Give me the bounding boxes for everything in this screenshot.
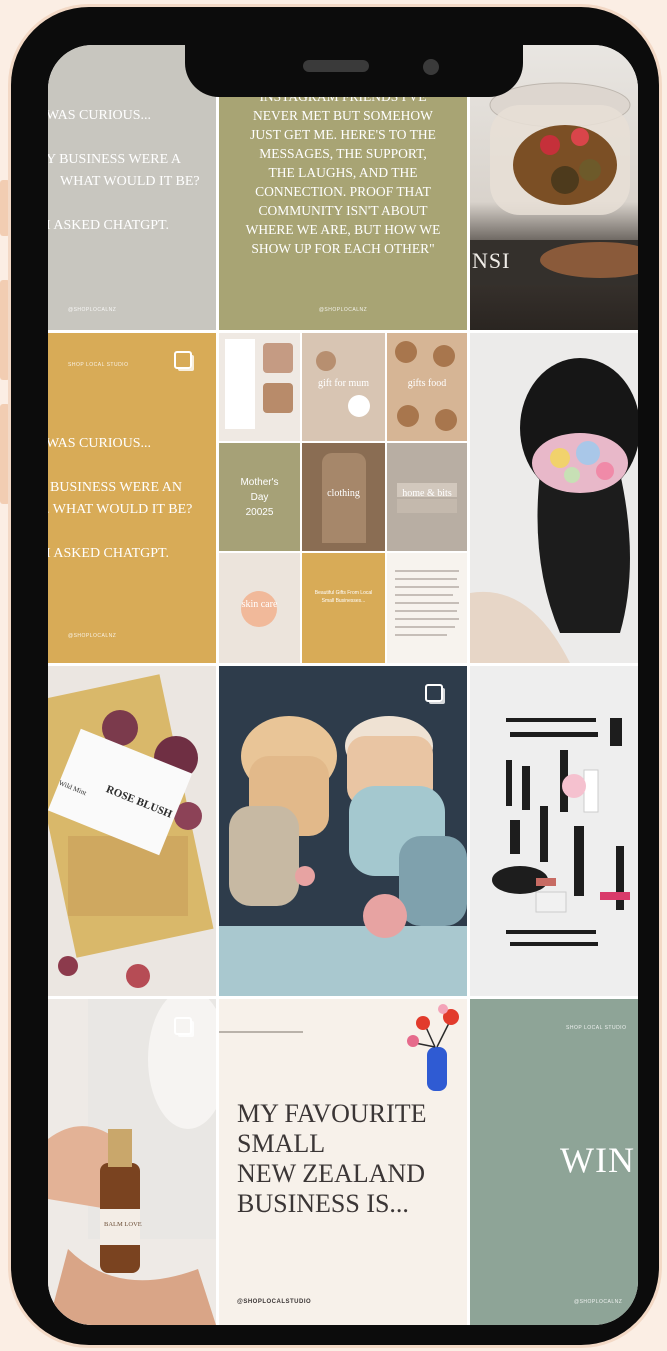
- post-line: WAS CURIOUS...: [48, 436, 152, 451]
- front-camera: [423, 59, 439, 75]
- post-line: WHAT WOULD IT BE?: [60, 174, 200, 189]
- collage-label: gifts food: [407, 378, 447, 390]
- mothers-line: Mother's: [240, 477, 279, 488]
- instagram-grid-screen: WAS CURIOUS... Y BUSINESS WERE A WHAT WO…: [48, 45, 638, 1325]
- collage-cell: gifts food: [387, 333, 467, 441]
- post-grid: WAS CURIOUS... Y BUSINESS WERE A WHAT WO…: [48, 45, 638, 1325]
- quote-line: COMMUNITY ISN'T ABOUT: [258, 203, 428, 218]
- quote-line: THE LAUGHS, AND THE: [268, 165, 418, 180]
- post-ceramic-mugs[interactable]: [219, 666, 467, 996]
- quote-line: NEVER MET BUT SOMEHOW: [253, 108, 433, 123]
- post-header: SHOP LOCAL STUDIO: [566, 1025, 627, 1031]
- serum-photo: [48, 999, 216, 1325]
- post-chatgpt-mustard[interactable]: SHOP LOCAL STUDIO WAS CURIOUS... BUSINES…: [48, 333, 216, 663]
- collage-label: gift for mum: [317, 378, 370, 390]
- quote-line: WHERE WE ARE, BUT HOW WE: [245, 222, 441, 237]
- title-line: SMALL: [237, 1129, 326, 1158]
- post-line: . WHAT WOULD IT BE?: [48, 502, 193, 517]
- mugs-photo: [219, 716, 467, 996]
- bottle-label: BALM LOVE: [104, 1221, 142, 1228]
- post-gift-collage[interactable]: gift for mum gifts food Mother's Day 20025…: [219, 333, 467, 663]
- post-header: SHOP LOCAL STUDIO: [68, 362, 129, 368]
- collage-small-text: Beautiful Gifts From Local Small Busines…: [314, 590, 373, 604]
- win-text: WIN: [560, 1140, 635, 1180]
- post-line: Y BUSINESS WERE A: [48, 152, 181, 167]
- post-favourite-business[interactable]: MY FAVOURITE SMALL NEW ZEALAND BUSINESS …: [219, 999, 467, 1325]
- carousel-icon: [174, 1017, 192, 1035]
- sign-text: NSI: [472, 248, 511, 273]
- handwriting-lines: [395, 570, 459, 636]
- collage-cell-letter: [387, 553, 467, 663]
- post-handle: @SHOPLOCALSTUDIO: [237, 1299, 312, 1305]
- collage-cell: Beautiful Gifts From Local Small Busines…: [302, 553, 385, 663]
- quote-line: MESSAGES, THE SUPPORT,: [259, 146, 427, 161]
- quote-line: CONNECTION. PROOF THAT: [255, 184, 431, 199]
- mothers-line: Day: [250, 492, 269, 503]
- quote-line: SHOW UP FOR EACH OTHER": [251, 241, 435, 256]
- post-win-sage[interactable]: SHOP LOCAL STUDIO WIN @SHOPLOCALNZ: [470, 999, 638, 1325]
- favourite-title: MY FAVOURITE SMALL NEW ZEALAND BUSINESS …: [237, 1099, 426, 1219]
- post-line: BUSINESS WERE AN: [50, 480, 182, 495]
- mothers-day-text: Mother's Day 20025: [219, 475, 300, 520]
- makeup-photo: [492, 718, 630, 946]
- post-handle: @SHOPLOCALNZ: [574, 1299, 623, 1305]
- title-line: MY FAVOURITE: [237, 1099, 427, 1128]
- post-rose-soap[interactable]: ROSE BLUSH Wild Mint: [48, 666, 216, 996]
- side-button-volume-down: [0, 404, 10, 504]
- flower-vase-illustration: [407, 1004, 459, 1091]
- collage-cell: home & bits: [387, 443, 467, 551]
- post-line: I ASKED CHATGPT.: [48, 218, 170, 233]
- collage-label: clothing: [327, 488, 360, 500]
- post-text: WAS CURIOUS... BUSINESS WERE AN . WHAT W…: [48, 433, 192, 565]
- soap-photo: [48, 674, 214, 988]
- divider: [219, 1031, 303, 1033]
- post-text: WAS CURIOUS... Y BUSINESS WERE A WHAT WO…: [48, 105, 200, 237]
- title-line: BUSINESS IS...: [237, 1189, 409, 1218]
- quote-text: INSTAGRAM FRIENDS I'VE NEVER MET BUT SOM…: [219, 87, 467, 258]
- scrunchie-photo: [470, 358, 638, 663]
- collage-cell: skin care: [219, 553, 300, 663]
- quote-line: JUST GET ME. HERE'S TO THE: [250, 127, 436, 142]
- collage-cell-mothers-day: Mother's Day 20025: [219, 443, 300, 551]
- phone-notch: [185, 17, 523, 97]
- collage-cell: gift for mum: [302, 333, 385, 441]
- post-serum-bottle[interactable]: BALM LOVE: [48, 999, 216, 1325]
- title-line: NEW ZEALAND: [237, 1159, 425, 1188]
- post-line: I ASKED CHATGPT.: [48, 546, 170, 561]
- collage-cell: [219, 333, 300, 441]
- post-handle: @SHOPLOCALNZ: [68, 307, 117, 313]
- collage-label: skin care: [241, 599, 278, 611]
- collage-label: home & bits: [402, 488, 452, 500]
- post-scrunchie[interactable]: [470, 333, 638, 663]
- post-handle: @SHOPLOCALNZ: [68, 633, 117, 639]
- post-chatgpt-grey[interactable]: WAS CURIOUS... Y BUSINESS WERE A WHAT WO…: [48, 45, 216, 330]
- post-line: WAS CURIOUS...: [48, 108, 152, 123]
- side-button-mute: [0, 180, 10, 236]
- side-button-volume-up: [0, 280, 10, 380]
- post-handle: @SHOPLOCALNZ: [318, 307, 368, 313]
- speaker-grille: [303, 60, 369, 72]
- carousel-icon: [425, 684, 443, 702]
- post-makeup-flatlay[interactable]: [470, 666, 638, 996]
- carousel-icon: [174, 351, 192, 369]
- collage-cell: clothing: [302, 443, 385, 551]
- mothers-line: 20025: [245, 507, 274, 518]
